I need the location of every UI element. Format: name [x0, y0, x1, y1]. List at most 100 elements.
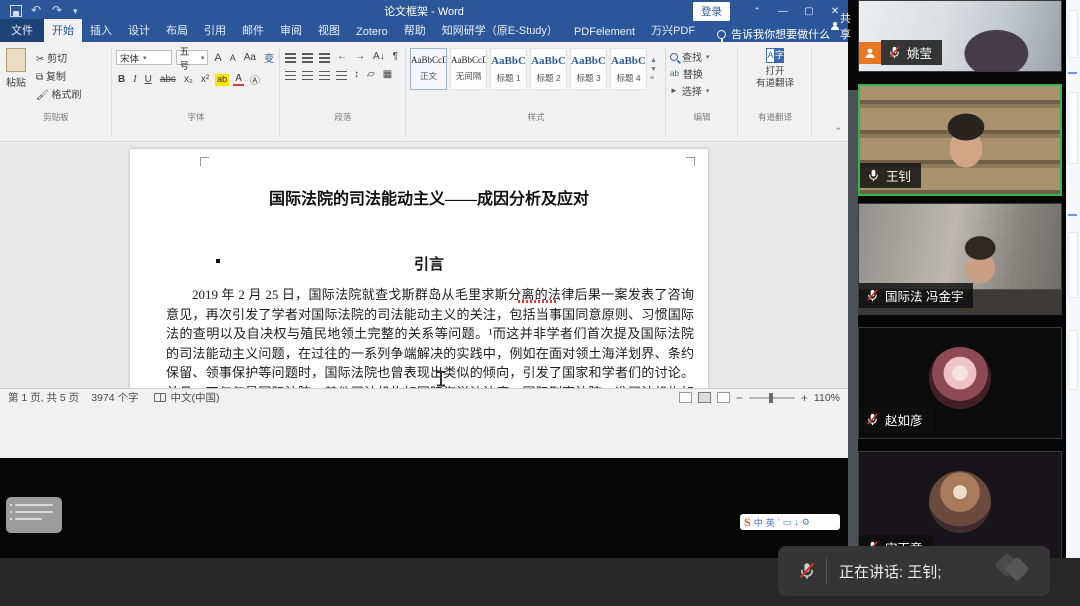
subscript-button[interactable]: x₂ [182, 74, 195, 85]
underline-button[interactable]: U [143, 74, 154, 85]
avatar [929, 347, 991, 409]
font-name-combo[interactable]: 宋体▾ [116, 50, 172, 65]
login-button[interactable]: 登录 [693, 2, 730, 21]
numbering-icon[interactable] [302, 53, 313, 55]
zoom-out-button[interactable]: − [736, 391, 743, 405]
phonetic-guide-icon[interactable]: 变 [262, 50, 276, 65]
tab-mailings[interactable]: 邮件 [234, 19, 272, 42]
english-mode-icon[interactable]: 英 [766, 516, 775, 529]
download-icon[interactable]: ↓ [794, 517, 799, 527]
font-group: 宋体▾ 五号▾ A A Aa 变 B I U abc x₂ x² ab A Ⓐ [116, 46, 276, 125]
tab-insert[interactable]: 插入 [82, 19, 120, 42]
participant-tile-zhaoruyan[interactable]: 赵如彦 [858, 327, 1062, 439]
change-case-icon[interactable]: Aa [242, 52, 258, 63]
tab-review[interactable]: 审阅 [272, 19, 310, 42]
font-size-combo[interactable]: 五号▾ [176, 50, 209, 65]
participant-tile-fengjinyu[interactable]: 国际法 冯金宇 [858, 203, 1062, 315]
styles-group: AaBbCcDc 正文 AaBbCcDc 无间隔 AaBbC 标题 1 AaBb… [410, 46, 662, 125]
bold-button[interactable]: B [116, 74, 127, 85]
redo-icon[interactable]: ↷ [52, 5, 64, 17]
tab-layout[interactable]: 布局 [158, 19, 196, 42]
bullets-icon[interactable] [285, 53, 296, 55]
collapse-ribbon-icon[interactable]: ⌃ [834, 126, 842, 137]
youdao-translate-button[interactable]: A字 打开 有道翻译 [742, 46, 808, 90]
styles-gallery-scroll[interactable]: ▲▼≡ [650, 57, 657, 82]
style-heading4[interactable]: AaBbCcD 标题 4 [610, 48, 647, 90]
borders-icon[interactable]: ▦ [381, 69, 394, 80]
zoom-slider-thumb[interactable] [769, 393, 773, 403]
align-center-icon[interactable] [302, 71, 313, 73]
find-button[interactable]: 查找▾ [670, 49, 734, 64]
ribbon-display-options-icon[interactable]: ⌃ [744, 0, 770, 22]
chinese-mode-icon[interactable]: 中 [754, 516, 763, 529]
tab-wondershare-pdf[interactable]: 万兴PDF [643, 19, 703, 42]
tell-me-box[interactable]: 告诉我你想要做什么 [717, 26, 830, 42]
font-color-button[interactable]: A [233, 73, 244, 86]
participant-tile-wangzhao[interactable]: 王钊 [858, 84, 1062, 196]
shrink-font-icon[interactable]: A [228, 53, 238, 63]
punctuation-icon[interactable]: ’ [778, 517, 780, 527]
select-button[interactable]: ►选择▾ [670, 83, 734, 98]
minimize-button[interactable]: — [770, 0, 796, 22]
style-no-spacing[interactable]: AaBbCcDc 无间隔 [450, 48, 487, 90]
tab-cnki-estudy[interactable]: 知网研学（原E-Study） [434, 19, 566, 42]
cut-button[interactable]: ✂ 剪切 [34, 50, 83, 65]
read-mode-icon[interactable] [679, 392, 692, 403]
settings-icon[interactable]: ⚙ [802, 517, 810, 528]
active-speaker-label: 正在讲话: 王钊; [839, 561, 942, 582]
mic-muted-icon[interactable] [798, 562, 816, 580]
tab-view[interactable]: 视图 [310, 19, 348, 42]
page-indicator[interactable]: 第 1 页, 共 5 页 [8, 390, 79, 405]
save-icon[interactable] [10, 5, 22, 17]
list-flyout[interactable] [6, 497, 62, 533]
document-page[interactable]: 国际法院的司法能动主义——成因分析及应对 引言 2019 年 2 月 25 日，… [130, 149, 708, 388]
paste-button[interactable]: 粘贴 [4, 46, 28, 101]
text-highlight-button[interactable]: ab [215, 74, 229, 86]
quick-access-toolbar: ↶ ↷ ▾ [0, 5, 78, 17]
share-button[interactable]: 共享 [830, 10, 854, 42]
increase-indent-icon[interactable]: → [353, 51, 367, 62]
word-count[interactable]: 3974 个字 [91, 390, 138, 405]
justify-icon[interactable] [336, 71, 347, 73]
superscript-button[interactable]: x² [199, 74, 211, 85]
print-layout-icon[interactable] [698, 392, 711, 403]
style-heading2[interactable]: AaBbC 标题 2 [530, 48, 567, 90]
italic-button[interactable]: I [131, 74, 138, 85]
sogou-input-bar[interactable]: S 中 英 ’ ▭ ↓ ⚙ [740, 514, 840, 530]
zoom-slider[interactable] [749, 397, 795, 399]
align-right-icon[interactable] [319, 71, 330, 73]
tab-file[interactable]: 文件 [0, 19, 44, 42]
replace-button[interactable]: ab替换 [670, 66, 734, 81]
decrease-indent-icon[interactable]: ← [335, 51, 349, 62]
participant-tile-yaoying[interactable]: 姚莹 [858, 0, 1062, 72]
zoom-in-button[interactable]: + [801, 391, 808, 405]
tab-zotero[interactable]: Zotero [348, 23, 396, 42]
multilevel-list-icon[interactable] [319, 53, 330, 55]
tab-design[interactable]: 设计 [120, 19, 158, 42]
proofing-icon[interactable] [154, 393, 166, 402]
grow-font-icon[interactable]: A [212, 52, 223, 64]
line-spacing-icon[interactable]: ↕ [352, 69, 361, 80]
copy-button[interactable]: ⧉ 复制 [34, 68, 83, 83]
style-normal[interactable]: AaBbCcDc 正文 [410, 48, 447, 90]
enclose-characters-icon[interactable]: Ⓐ [248, 72, 262, 87]
style-heading1[interactable]: AaBbC 标题 1 [490, 48, 527, 90]
format-painter-button[interactable]: 🖌 格式刷 [34, 86, 83, 101]
language-indicator[interactable]: 中文(中国) [170, 390, 219, 405]
style-heading3[interactable]: AaBbCc 标题 3 [570, 48, 607, 90]
qat-customize-icon[interactable]: ▾ [73, 6, 78, 17]
tab-help[interactable]: 帮助 [396, 19, 434, 42]
undo-icon[interactable]: ↶ [31, 5, 43, 17]
show-marks-icon[interactable]: ¶ [391, 51, 400, 62]
sort-icon[interactable]: A↓ [371, 51, 387, 62]
tab-home[interactable]: 开始 [44, 19, 82, 42]
panel-icon[interactable]: ▭ [783, 517, 792, 528]
shading-icon[interactable]: ▱ [365, 69, 377, 80]
maximize-button[interactable]: ▢ [796, 0, 822, 22]
tab-pdfelement[interactable]: PDFelement [566, 23, 643, 42]
zoom-level[interactable]: 110% [814, 392, 840, 404]
strikethrough-button[interactable]: abc [158, 74, 178, 85]
tab-references[interactable]: 引用 [196, 19, 234, 42]
align-left-icon[interactable] [285, 71, 296, 73]
web-layout-icon[interactable] [717, 392, 730, 403]
